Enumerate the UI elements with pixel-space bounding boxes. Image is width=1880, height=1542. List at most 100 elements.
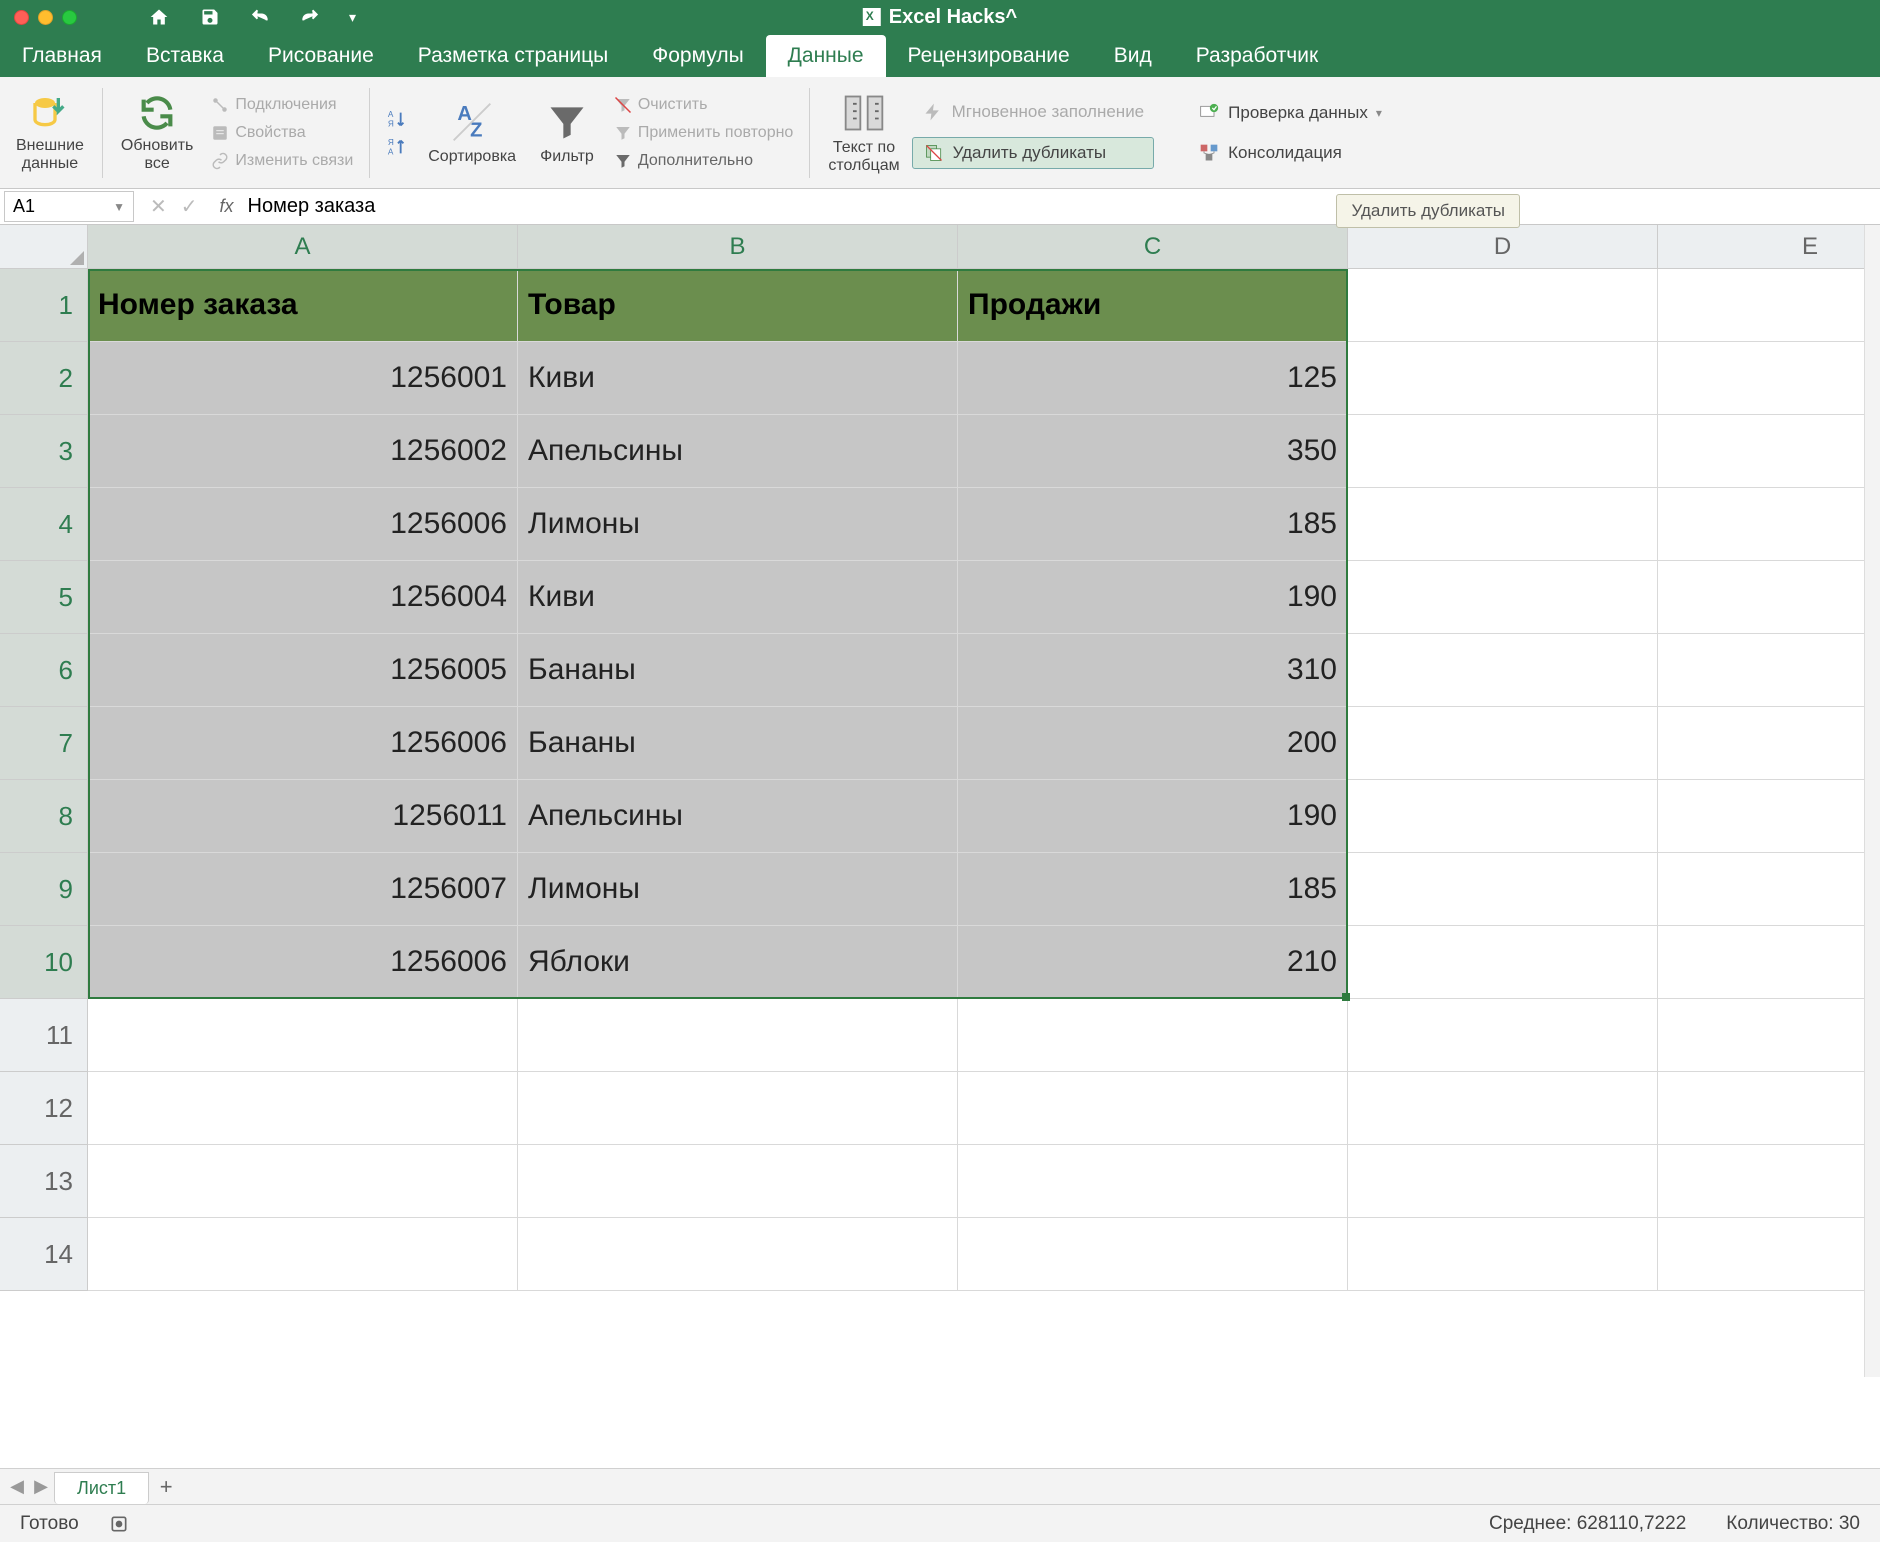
cell-E4[interactable]: [1658, 488, 1880, 561]
cell-D11[interactable]: [1348, 999, 1658, 1072]
cell-A3[interactable]: 1256002: [88, 415, 518, 488]
cell-B9[interactable]: Лимоны: [518, 853, 958, 926]
macro-record-icon[interactable]: [109, 1514, 129, 1534]
sheet-nav-prev[interactable]: ◀: [6, 1476, 28, 1497]
cell-B3[interactable]: Апельсины: [518, 415, 958, 488]
cell-B5[interactable]: Киви: [518, 561, 958, 634]
advanced-filter-button[interactable]: Дополнительно: [608, 149, 800, 173]
cell-E8[interactable]: [1658, 780, 1880, 853]
cell-C10[interactable]: 210: [958, 926, 1348, 999]
text-to-columns-button[interactable]: Текст по столбцам: [820, 87, 907, 178]
cells-grid[interactable]: Номер заказаТоварПродажи1256001Киви12512…: [88, 269, 1880, 1291]
refresh-all-button[interactable]: Обновить все: [113, 89, 201, 176]
cell-A9[interactable]: 1256007: [88, 853, 518, 926]
cell-C5[interactable]: 190: [958, 561, 1348, 634]
cell-A13[interactable]: [88, 1145, 518, 1218]
row-header-7[interactable]: 7: [0, 707, 88, 780]
vertical-scrollbar[interactable]: [1864, 225, 1880, 1377]
cell-D9[interactable]: [1348, 853, 1658, 926]
sheet-tab-active[interactable]: Лист1: [54, 1472, 149, 1504]
undo-icon[interactable]: [249, 7, 271, 27]
ribbon-tab-рецензирование[interactable]: Рецензирование: [886, 35, 1092, 77]
ribbon-tab-данные[interactable]: Данные: [766, 35, 886, 77]
row-header-10[interactable]: 10: [0, 926, 88, 999]
cell-C7[interactable]: 200: [958, 707, 1348, 780]
row-header-5[interactable]: 5: [0, 561, 88, 634]
cell-B11[interactable]: [518, 999, 958, 1072]
cell-B1[interactable]: Товар: [518, 269, 958, 342]
clear-filter-button[interactable]: Очистить: [608, 93, 800, 117]
name-box[interactable]: A1 ▼: [4, 191, 134, 222]
cell-A4[interactable]: 1256006: [88, 488, 518, 561]
cell-B12[interactable]: [518, 1072, 958, 1145]
cell-A5[interactable]: 1256004: [88, 561, 518, 634]
minimize-window-button[interactable]: [38, 10, 53, 25]
cell-E11[interactable]: [1658, 999, 1880, 1072]
cell-E5[interactable]: [1658, 561, 1880, 634]
cell-B2[interactable]: Киви: [518, 342, 958, 415]
cancel-formula-button[interactable]: ✕: [150, 194, 167, 219]
column-header-A[interactable]: A: [88, 225, 518, 269]
cell-E10[interactable]: [1658, 926, 1880, 999]
cell-E12[interactable]: [1658, 1072, 1880, 1145]
cell-A14[interactable]: [88, 1218, 518, 1291]
ribbon-tab-вставка[interactable]: Вставка: [124, 35, 246, 77]
cell-C13[interactable]: [958, 1145, 1348, 1218]
cell-A12[interactable]: [88, 1072, 518, 1145]
row-header-4[interactable]: 4: [0, 488, 88, 561]
edit-links-button[interactable]: Изменить связи: [205, 149, 359, 173]
cell-C1[interactable]: Продажи: [958, 269, 1348, 342]
cell-B14[interactable]: [518, 1218, 958, 1291]
cell-E9[interactable]: [1658, 853, 1880, 926]
cell-C14[interactable]: [958, 1218, 1348, 1291]
cell-D7[interactable]: [1348, 707, 1658, 780]
redo-icon[interactable]: [299, 7, 321, 27]
cell-C11[interactable]: [958, 999, 1348, 1072]
column-header-C[interactable]: C: [958, 225, 1348, 269]
cell-B13[interactable]: [518, 1145, 958, 1218]
cell-E13[interactable]: [1658, 1145, 1880, 1218]
flash-fill-button[interactable]: Мгновенное заполнение: [912, 97, 1155, 127]
fx-icon[interactable]: fx: [210, 196, 244, 217]
row-header-11[interactable]: 11: [0, 999, 88, 1072]
cell-B6[interactable]: Бананы: [518, 634, 958, 707]
sort-button[interactable]: AZ Сортировка: [418, 96, 526, 170]
cell-A6[interactable]: 1256005: [88, 634, 518, 707]
data-validation-button[interactable]: Проверка данных ▾: [1188, 98, 1392, 128]
cell-D10[interactable]: [1348, 926, 1658, 999]
row-header-3[interactable]: 3: [0, 415, 88, 488]
cell-E14[interactable]: [1658, 1218, 1880, 1291]
row-header-9[interactable]: 9: [0, 853, 88, 926]
cell-D13[interactable]: [1348, 1145, 1658, 1218]
cell-D12[interactable]: [1348, 1072, 1658, 1145]
sheet-nav-next[interactable]: ▶: [30, 1476, 52, 1497]
ribbon-tab-вид[interactable]: Вид: [1092, 35, 1174, 77]
cell-D8[interactable]: [1348, 780, 1658, 853]
row-header-12[interactable]: 12: [0, 1072, 88, 1145]
select-all-corner[interactable]: [0, 225, 88, 269]
home-icon[interactable]: [147, 7, 171, 27]
remove-duplicates-button[interactable]: Удалить дубликаты: [912, 137, 1155, 169]
ribbon-tab-главная[interactable]: Главная: [0, 35, 124, 77]
cell-A1[interactable]: Номер заказа: [88, 269, 518, 342]
cell-A11[interactable]: [88, 999, 518, 1072]
cell-A8[interactable]: 1256011: [88, 780, 518, 853]
cell-B8[interactable]: Апельсины: [518, 780, 958, 853]
cell-D4[interactable]: [1348, 488, 1658, 561]
add-sheet-button[interactable]: +: [151, 1473, 181, 1501]
cell-D1[interactable]: [1348, 269, 1658, 342]
row-header-14[interactable]: 14: [0, 1218, 88, 1291]
cell-A7[interactable]: 1256006: [88, 707, 518, 780]
cell-D2[interactable]: [1348, 342, 1658, 415]
ribbon-tab-рисование[interactable]: Рисование: [246, 35, 396, 77]
cell-E2[interactable]: [1658, 342, 1880, 415]
cell-C9[interactable]: 185: [958, 853, 1348, 926]
close-window-button[interactable]: [14, 10, 29, 25]
ribbon-tab-формулы[interactable]: Формулы: [630, 35, 765, 77]
cell-B10[interactable]: Яблоки: [518, 926, 958, 999]
sort-asc-button[interactable]: AЯ: [384, 108, 410, 130]
cell-C2[interactable]: 125: [958, 342, 1348, 415]
cell-C8[interactable]: 190: [958, 780, 1348, 853]
sort-desc-button[interactable]: ЯA: [384, 136, 410, 158]
formula-input[interactable]: [244, 191, 1880, 222]
